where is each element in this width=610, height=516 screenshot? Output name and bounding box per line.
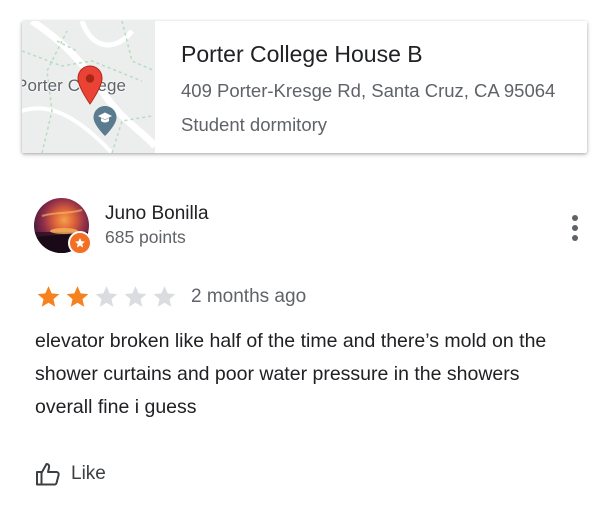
review-date: 2 months ago xyxy=(191,286,307,307)
place-info: Porter College House B 409 Porter-Kresge… xyxy=(155,21,556,153)
place-address: 409 Porter-Kresge Rd, Santa Cruz, CA 950… xyxy=(181,80,556,101)
star-filled-icon xyxy=(66,286,89,307)
star-empty-icon xyxy=(124,286,147,307)
map-pin-icon xyxy=(77,65,103,105)
review-text: elevator broken like half of the time an… xyxy=(35,330,547,418)
more-options-button[interactable] xyxy=(561,210,589,246)
map-label: Porter College xyxy=(22,76,127,95)
place-type: Student dormitory xyxy=(181,114,328,135)
star-empty-icon xyxy=(153,286,176,307)
place-title[interactable]: Porter College House B xyxy=(181,41,556,68)
star-filled-icon xyxy=(37,286,60,307)
thumb-up-icon xyxy=(36,463,60,486)
place-card[interactable]: Porter College Porter College House B 40… xyxy=(22,21,587,153)
star-empty-icon xyxy=(95,286,118,307)
reviewer-points: 685 points xyxy=(105,226,186,247)
local-guide-star-icon xyxy=(68,231,92,255)
avatar[interactable] xyxy=(34,198,92,255)
reviewer-name[interactable]: Juno Bonilla xyxy=(105,203,209,225)
star-rating xyxy=(35,284,180,310)
school-icon xyxy=(93,106,117,136)
reviewer-header[interactable]: Juno Bonilla 685 points xyxy=(34,198,209,255)
more-vert-icon xyxy=(572,215,578,241)
map-thumbnail[interactable]: Porter College xyxy=(22,21,155,153)
like-label: Like xyxy=(71,463,106,484)
like-button[interactable]: Like xyxy=(35,462,106,486)
rating-row: 2 months ago xyxy=(35,284,306,310)
reviewer-text: Juno Bonilla 685 points xyxy=(105,203,209,249)
